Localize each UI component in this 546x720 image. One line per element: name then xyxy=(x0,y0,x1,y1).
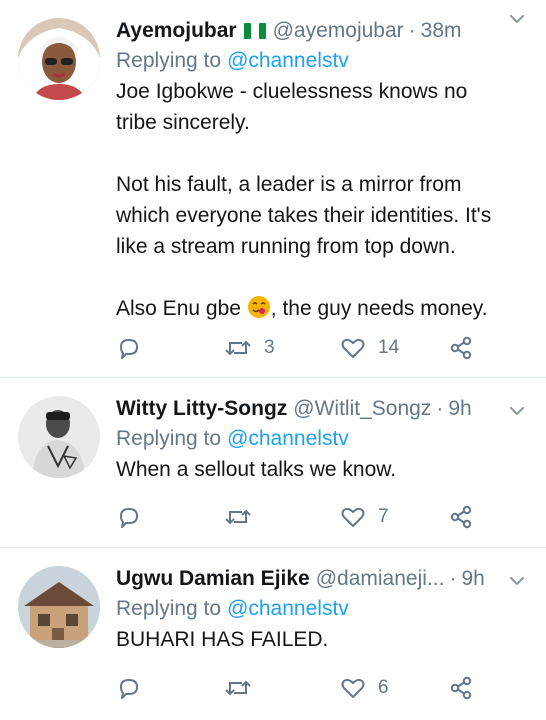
share-button[interactable] xyxy=(448,502,474,532)
tweet-text-segment: Also Enu gbe xyxy=(116,297,241,320)
share-icon xyxy=(448,335,474,361)
replying-to-line: Replying to @channelstv xyxy=(116,594,536,624)
display-name[interactable]: Ayemojubar xyxy=(116,16,237,46)
nigeria-flag-icon xyxy=(243,22,267,40)
tweet-text-line: like a stream running from top down. xyxy=(116,235,456,258)
like-icon xyxy=(340,675,366,701)
tweet[interactable]: Witty Litty-Songz @Witlit_Songz · 9h Rep… xyxy=(0,378,546,548)
like-count: 6 xyxy=(378,677,389,698)
tweet-text-line: Also Enu gbe , the guy needs money. xyxy=(116,293,536,324)
retweet-button[interactable]: 3 xyxy=(224,333,275,363)
tweet-text: When a sellout talks we know. xyxy=(116,458,397,481)
like-button[interactable]: 14 xyxy=(340,333,399,363)
display-name[interactable]: Ugwu Damian Ejike xyxy=(116,564,310,594)
reply-button[interactable] xyxy=(116,673,142,703)
share-icon xyxy=(448,504,474,530)
chevron-down-icon[interactable] xyxy=(508,402,526,420)
avatar[interactable] xyxy=(18,396,100,478)
reply-icon xyxy=(116,675,142,701)
tweet-text-line: Not his fault, a leader is a mirror from xyxy=(116,173,462,196)
share-button[interactable] xyxy=(448,673,474,703)
tweet-text-blank xyxy=(116,138,536,169)
separator-dot: · xyxy=(436,397,444,420)
avatar-image xyxy=(18,566,100,648)
chevron-down-icon[interactable] xyxy=(508,10,526,28)
separator-dot: · xyxy=(408,19,416,42)
share-button[interactable] xyxy=(448,333,474,363)
replying-to-label: Replying to xyxy=(116,597,222,620)
like-count: 7 xyxy=(378,506,389,527)
avatar-image xyxy=(18,396,100,478)
retweet-count: 3 xyxy=(264,337,275,358)
like-count: 14 xyxy=(378,337,400,358)
retweet-button[interactable] xyxy=(224,502,264,532)
share-icon xyxy=(448,675,474,701)
retweet-button[interactable] xyxy=(224,673,264,703)
emoji-icon xyxy=(247,295,271,319)
like-button[interactable]: 6 xyxy=(340,673,389,703)
tweet-text: BUHARI HAS FAILED. xyxy=(116,628,329,651)
tweet-actions: 3 14 xyxy=(116,333,546,363)
tweet-text-blank xyxy=(116,262,536,293)
mention-link[interactable]: @channelstv xyxy=(227,597,349,620)
retweet-icon xyxy=(224,504,252,530)
tweet-text-segment: , the guy needs money. xyxy=(270,297,488,320)
tweet-text-line: tribe sincerely. xyxy=(116,111,250,134)
reply-button[interactable] xyxy=(116,333,142,363)
replying-to-line: Replying to @channelstv xyxy=(116,424,536,454)
retweet-icon xyxy=(224,335,252,361)
tweet-text: Joe Igbokwe - cluelessness knows no trib… xyxy=(116,76,536,324)
chevron-down-icon[interactable] xyxy=(508,572,526,590)
replying-to-label: Replying to xyxy=(116,427,222,450)
reply-icon xyxy=(116,335,142,361)
separator-dot: · xyxy=(449,567,457,590)
like-button[interactable]: 7 xyxy=(340,502,389,532)
avatar[interactable] xyxy=(18,18,100,100)
avatar[interactable] xyxy=(18,566,100,648)
tweet-actions: 6 xyxy=(116,673,546,703)
like-icon xyxy=(340,335,366,361)
display-name[interactable]: Witty Litty-Songz xyxy=(116,394,287,424)
user-handle[interactable]: @damianeji... xyxy=(316,564,445,594)
retweet-icon xyxy=(224,675,252,701)
mention-link[interactable]: @channelstv xyxy=(227,427,349,450)
timestamp[interactable]: 9h xyxy=(461,564,484,594)
mention-link[interactable]: @channelstv xyxy=(227,49,349,72)
replying-to-line: Replying to @channelstv xyxy=(116,46,536,76)
tweet-text-line: which everyone takes their identities. I… xyxy=(116,204,492,227)
timestamp[interactable]: 38m xyxy=(421,16,462,46)
tweet-actions: 7 xyxy=(116,502,546,532)
timestamp[interactable]: 9h xyxy=(448,394,471,424)
like-icon xyxy=(340,504,366,530)
reply-button[interactable] xyxy=(116,502,142,532)
user-handle[interactable]: @ayemojubar xyxy=(273,16,404,46)
avatar-image xyxy=(18,18,100,100)
user-handle[interactable]: @Witlit_Songz xyxy=(293,394,431,424)
reply-icon xyxy=(116,504,142,530)
tweet-text-line: Joe Igbokwe - cluelessness knows no xyxy=(116,80,468,103)
tweet[interactable]: Ugwu Damian Ejike @damianeji... · 9h Rep… xyxy=(0,548,546,720)
replying-to-label: Replying to xyxy=(116,49,222,72)
tweet[interactable]: Ayemojubar @ayemojubar · 38m Replying to… xyxy=(0,0,546,378)
